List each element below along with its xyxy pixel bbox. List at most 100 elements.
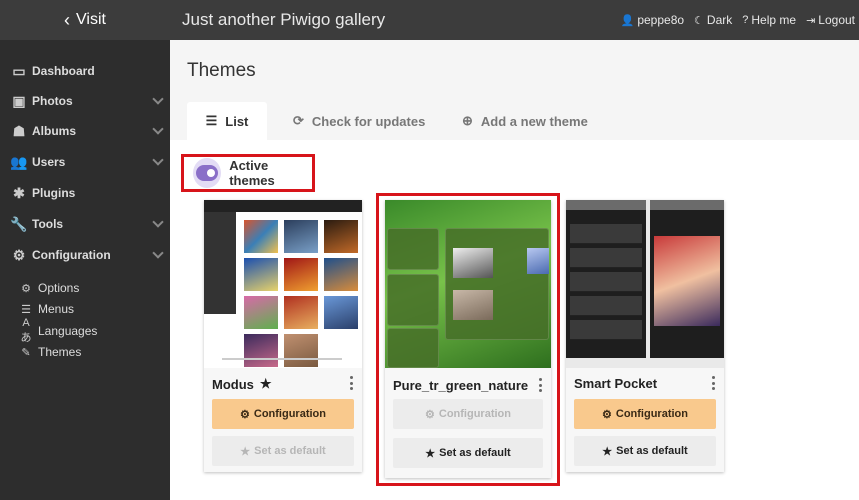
preview-thumb <box>284 258 318 291</box>
preview-panel <box>445 228 549 340</box>
set-default-label: Set as default <box>616 445 688 457</box>
sidebar-item-label: Users <box>32 155 66 169</box>
sidebar-item-users[interactable]: 👥 Users <box>0 147 170 177</box>
configuration-label: Configuration <box>253 408 326 420</box>
sidebar-subitem-themes[interactable]: ✎ Themes <box>18 342 81 362</box>
sidebar-item-photos[interactable]: ▣ Photos <box>0 86 170 116</box>
tab-list[interactable]: ☰ List <box>187 102 267 140</box>
sidebar-subitem-languages[interactable]: Aあ Languages <box>18 317 98 344</box>
sidebar-item-configuration[interactable]: ⚙ Configuration <box>0 240 170 270</box>
gear-icon: ⚙ <box>240 408 250 421</box>
theme-name: Smart Pocket <box>574 376 658 391</box>
sidebar-item-label: Photos <box>32 94 73 108</box>
tab-label: List <box>225 113 249 129</box>
sidebar-item-dashboard[interactable]: ▭ Dashboard <box>0 56 170 86</box>
configuration-button: ⚙ Configuration <box>393 399 543 429</box>
sidebar-subitem-options[interactable]: ⚙ Options <box>18 278 79 298</box>
moon-icon: ☾ <box>694 14 704 27</box>
logout-link[interactable]: ⇥ Logout <box>806 13 855 27</box>
sidebar-item-label: Dashboard <box>32 64 95 78</box>
theme-name-row: Smart Pocket <box>574 376 657 391</box>
theme-screenshot[interactable] <box>566 200 724 368</box>
help-label: Help me <box>751 13 797 27</box>
tab-check-updates[interactable]: ⟳ Check for updates <box>293 102 425 140</box>
star-icon: ★ <box>240 445 251 458</box>
sidebar-item-albums[interactable]: ☗ Albums <box>0 116 170 146</box>
preview-thumb <box>324 220 358 253</box>
plus-circle-icon: ⊕ <box>462 113 473 128</box>
active-themes-label: Active themes <box>229 158 275 188</box>
top-links: 👤 peppe8o ☾ Dark ? Help me ⇥ Logout <box>621 0 855 40</box>
chevron-down-icon <box>152 247 164 259</box>
theme-card-modus: Modus ★ ⚙ Configuration ★ Set as default <box>204 200 362 472</box>
sidebar: ▭ Dashboard ▣ Photos ☗ Albums 👥 Users ✱ … <box>0 40 170 500</box>
help-link[interactable]: ? Help me <box>742 13 796 27</box>
star-icon: ★ <box>602 445 613 458</box>
tab-label: Add a new theme <box>480 113 588 129</box>
sidebar-item-label: Albums <box>32 124 77 138</box>
chevron-down-icon <box>152 123 164 135</box>
preview-photo <box>654 236 720 326</box>
user-link[interactable]: 👤 peppe8o <box>621 13 684 27</box>
more-options-icon[interactable] <box>539 378 543 392</box>
visit-label: Visit <box>76 11 106 28</box>
theme-screenshot[interactable] <box>204 200 362 368</box>
toggle-switch[interactable] <box>193 158 222 188</box>
user-icon: 👤 <box>620 14 635 27</box>
chevron-left-icon: ‹ <box>64 9 71 30</box>
sidebar-subitem-label: Themes <box>38 345 82 359</box>
sidebar-item-label: Tools <box>32 217 64 231</box>
user-label: peppe8o <box>637 13 685 27</box>
sidebar-item-tools[interactable]: 🔧 Tools <box>0 209 170 239</box>
preview-thumb <box>244 258 278 291</box>
configuration-button[interactable]: ⚙ Configuration <box>212 399 354 429</box>
question-icon: ? <box>742 14 749 26</box>
dark-mode-link[interactable]: ☾ Dark <box>694 13 732 27</box>
preview-bar <box>566 200 646 210</box>
preview-phone <box>650 200 724 358</box>
chevron-down-icon <box>152 154 164 166</box>
preview-thumb <box>244 334 278 367</box>
sidebar-item-plugins[interactable]: ✱ Plugins <box>0 178 170 208</box>
visit-link[interactable]: ‹ Visit <box>0 0 170 40</box>
active-themes-toggle[interactable]: Active themes <box>181 154 315 192</box>
logout-icon: ⇥ <box>806 14 816 27</box>
theme-card-smart-pocket: Smart Pocket ⚙ Configuration ★ Set as de… <box>566 200 724 472</box>
tab-label: Check for updates <box>311 113 426 129</box>
image-icon: ▣ <box>12 92 26 109</box>
preview-row <box>570 320 642 340</box>
preview-row <box>570 272 642 292</box>
preview-thumb <box>284 296 318 329</box>
sidebar-subitem-label: Options <box>38 281 80 295</box>
more-options-icon[interactable] <box>712 376 716 390</box>
configuration-button[interactable]: ⚙ Configuration <box>574 399 716 429</box>
preview-panel <box>387 228 439 270</box>
set-default-label: Set as default <box>439 447 511 459</box>
set-default-button[interactable]: ★ Set as default <box>574 436 716 466</box>
set-default-button: ★ Set as default <box>212 436 354 466</box>
theme-screenshot[interactable] <box>385 200 551 368</box>
sidebar-subitem-menus[interactable]: ☰ Menus <box>18 299 74 319</box>
preview-thumb <box>453 290 493 320</box>
gear-icon: ⚙ <box>602 408 612 421</box>
preview-panel <box>387 274 439 326</box>
configuration-label: Configuration <box>615 408 688 420</box>
preview-row <box>570 296 642 316</box>
sidebar-item-label: Plugins <box>32 186 76 200</box>
logout-label: Logout <box>818 13 855 27</box>
page-title: Themes <box>187 60 256 81</box>
tab-bar: ☰ List ⟳ Check for updates ⊕ Add a new t… <box>170 102 859 140</box>
toggle-icon <box>196 165 219 181</box>
set-default-button[interactable]: ★ Set as default <box>393 438 543 468</box>
preview-menu <box>204 212 236 314</box>
more-options-icon[interactable] <box>350 376 354 390</box>
sidebar-subitem-label: Languages <box>38 324 98 338</box>
sidebar-item-label: Configuration <box>32 248 111 262</box>
star-icon: ★ <box>425 447 436 460</box>
tab-add-theme[interactable]: ⊕ Add a new theme <box>462 102 588 140</box>
gallery-title[interactable]: Just another Piwigo gallery <box>182 0 385 40</box>
gear-icon: ⚙ <box>425 408 435 421</box>
chevron-down-icon <box>152 216 164 228</box>
main-area: Themes ☰ List ⟳ Check for updates ⊕ Add … <box>170 40 859 500</box>
users-icon: 👥 <box>10 153 28 170</box>
